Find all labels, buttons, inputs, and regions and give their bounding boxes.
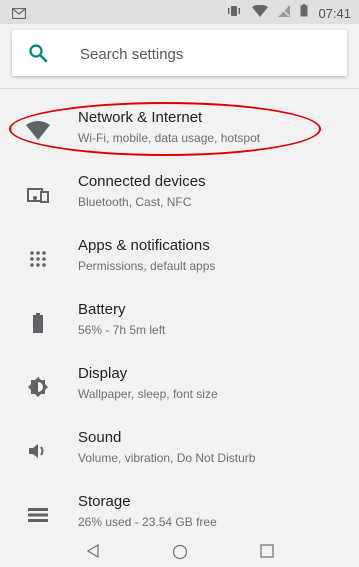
settings-item-battery[interactable]: Battery 56% - 7h 5m left xyxy=(0,290,359,354)
settings-item-subtitle: Volume, vibration, Do Not Disturb xyxy=(78,451,256,465)
no-signal-icon xyxy=(278,4,291,22)
settings-item-subtitle: 26% used - 23.54 GB free xyxy=(78,515,217,529)
settings-item-apps[interactable]: Apps & notifications Permissions, defaul… xyxy=(0,226,359,290)
settings-item-title: Connected devices xyxy=(78,173,206,190)
settings-item-subtitle: Wallpaper, sleep, font size xyxy=(78,387,218,401)
highlight-annotation xyxy=(9,102,321,156)
settings-item-subtitle: 56% - 7h 5m left xyxy=(78,323,166,337)
settings-item-subtitle: Bluetooth, Cast, NFC xyxy=(78,195,192,209)
settings-item-sound[interactable]: Sound Volume, vibration, Do Not Disturb xyxy=(0,418,359,482)
settings-item-title: Storage xyxy=(78,493,131,510)
search-input[interactable] xyxy=(78,30,337,78)
settings-item-display[interactable]: Display Wallpaper, sleep, font size xyxy=(0,354,359,418)
battery-icon xyxy=(26,311,50,335)
battery-icon xyxy=(300,4,308,22)
settings-item-title: Display xyxy=(78,365,128,382)
back-icon[interactable] xyxy=(86,543,100,563)
settings-item-title: Apps & notifications xyxy=(78,237,210,254)
apps-grid-icon xyxy=(26,247,50,271)
vibrate-icon xyxy=(226,4,242,22)
home-icon[interactable] xyxy=(172,544,188,565)
settings-item-title: Sound xyxy=(78,429,122,446)
search-icon[interactable] xyxy=(28,43,48,68)
clock: 07:41 xyxy=(318,5,351,21)
search-bar[interactable] xyxy=(12,30,347,78)
devices-icon xyxy=(26,183,50,207)
status-bar: 07:41 xyxy=(0,0,359,24)
settings-item-title: Battery xyxy=(78,301,126,318)
wifi-icon xyxy=(252,4,269,22)
settings-item-connected-devices[interactable]: Connected devices Bluetooth, Cast, NFC xyxy=(0,162,359,226)
divider xyxy=(0,88,359,89)
nav-bar xyxy=(0,537,359,567)
recents-icon[interactable] xyxy=(260,544,274,563)
storage-icon xyxy=(26,503,50,527)
volume-icon xyxy=(26,439,50,463)
brightness-icon xyxy=(26,375,50,399)
settings-item-subtitle: Permissions, default apps xyxy=(78,259,216,273)
mail-icon xyxy=(11,6,27,24)
